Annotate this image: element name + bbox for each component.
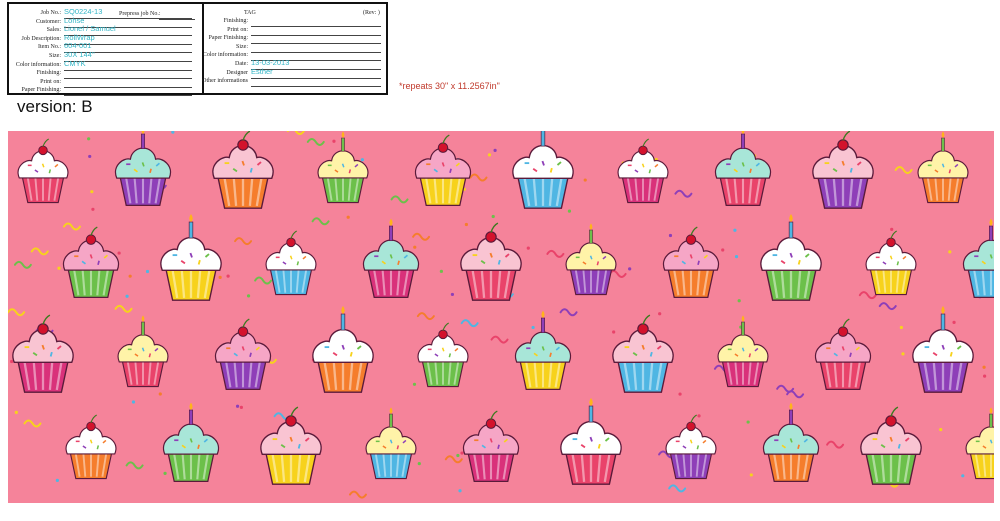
confetti-dot: [531, 325, 535, 330]
confetti-dot: [158, 392, 162, 396]
confetti-dot: [952, 320, 956, 324]
right-label: Other informations: [202, 78, 248, 85]
confetti-dot: [117, 251, 121, 255]
left-label: Job Description:: [21, 35, 62, 42]
confetti-dot: [332, 139, 336, 143]
confetti-dot: [145, 269, 150, 274]
left-label: Item No.:: [38, 44, 61, 51]
left-label: Color information:: [15, 61, 61, 68]
tag-label: TAG: [244, 10, 256, 16]
left-underline: [64, 69, 192, 71]
confetti-dot: [88, 154, 92, 159]
confetti-dot: [628, 267, 632, 271]
confetti-dot: [458, 489, 462, 493]
right-label: Designer: [226, 69, 248, 76]
confetti-dot: [493, 148, 497, 152]
cupcake-pattern-svg: [8, 131, 994, 503]
confetti-dot: [90, 190, 94, 194]
prepress-line: [159, 19, 195, 20]
confetti-dot: [239, 405, 243, 410]
repeat-note: *repeats 30" x 11.2567in": [399, 81, 500, 91]
confetti-dot: [721, 248, 725, 252]
left-label: Sales:: [46, 27, 61, 34]
left-label: Paper Finishing:: [21, 87, 61, 94]
confetti-dot: [439, 269, 443, 273]
right-label: Date:: [235, 61, 248, 67]
right-label: Paper Finishing:: [208, 35, 248, 42]
left-underline: [64, 86, 192, 88]
confetti-dot: [899, 325, 903, 330]
confetti-dot: [982, 365, 986, 369]
confetti-dot: [939, 427, 943, 432]
right-underline: [251, 34, 381, 36]
confetti-dot: [668, 233, 673, 238]
right-underline: [251, 51, 381, 53]
left-label: Size:: [49, 53, 61, 59]
confetti-dot: [235, 404, 240, 408]
confetti-dot: [697, 414, 701, 418]
right-underline: [251, 43, 381, 45]
confetti-dot: [226, 274, 230, 278]
confetti-dot: [464, 222, 468, 227]
confetti-dot: [890, 227, 894, 231]
cupcake-pattern-artwork: [8, 131, 994, 503]
left-underline: [64, 78, 192, 80]
job-spec-form: Job No.: SQ0224-13 Customer: Lohse Sales: Lio…: [7, 2, 388, 97]
confetti-dot: [87, 137, 91, 141]
confetti-dot: [125, 294, 129, 298]
right-label: Finishing:: [223, 18, 248, 24]
rev-label: (Rev: ): [363, 10, 380, 16]
confetti-dot: [218, 275, 222, 280]
confetti-dot: [583, 178, 587, 182]
confetti-dot: [246, 294, 251, 298]
confetti-dot: [733, 228, 737, 232]
confetti-dot: [417, 462, 421, 466]
confetti-dot: [460, 451, 464, 455]
right-underline: [251, 26, 381, 27]
confetti-dot: [734, 255, 739, 259]
confetti-dot: [14, 410, 18, 414]
right-label: Size:: [236, 43, 248, 50]
left-label: Print on:: [40, 78, 61, 85]
confetti-dot: [961, 474, 965, 478]
right-underline: [251, 77, 381, 79]
confetti-dot: [487, 153, 492, 157]
right-label: Color information:: [202, 52, 248, 59]
confetti-dot: [526, 246, 530, 250]
right-value: Esther: [251, 66, 273, 76]
confetti-dot: [749, 473, 753, 477]
confetti-dot: [55, 478, 59, 482]
left-label: Job No.:: [40, 10, 61, 16]
confetti-dot: [737, 299, 741, 303]
version-label: version: B: [17, 97, 93, 116]
confetti-dot: [131, 400, 136, 404]
confetti-dot: [983, 374, 987, 378]
confetti-dot: [678, 392, 682, 396]
confetti-dot: [901, 352, 905, 356]
prepress-label: Prepress job No.:: [119, 11, 161, 17]
confetti-dot: [360, 158, 364, 162]
left-label: Finishing:: [36, 70, 61, 77]
confetti-dot: [948, 250, 952, 254]
confetti-dot: [658, 312, 662, 316]
confetti-dot: [746, 420, 750, 424]
left-value: CMYK: [64, 58, 86, 68]
confetti-dot: [163, 471, 167, 475]
confetti-dot: [456, 453, 460, 458]
confetti-dot: [128, 274, 132, 278]
confetti-dot: [612, 330, 616, 334]
confetti-dot: [346, 215, 350, 219]
confetti-dot: [567, 209, 572, 213]
confetti-dot: [491, 214, 495, 219]
left-label: Customer:: [36, 18, 61, 25]
confetti-dot: [10, 359, 14, 364]
right-label: Print on:: [227, 26, 248, 33]
confetti-dot: [412, 382, 417, 386]
right-underline: [251, 86, 381, 88]
confetti-dot: [91, 207, 95, 211]
confetti-dot: [57, 266, 61, 270]
confetti-dot: [450, 292, 455, 297]
confetti-dot: [413, 245, 417, 249]
